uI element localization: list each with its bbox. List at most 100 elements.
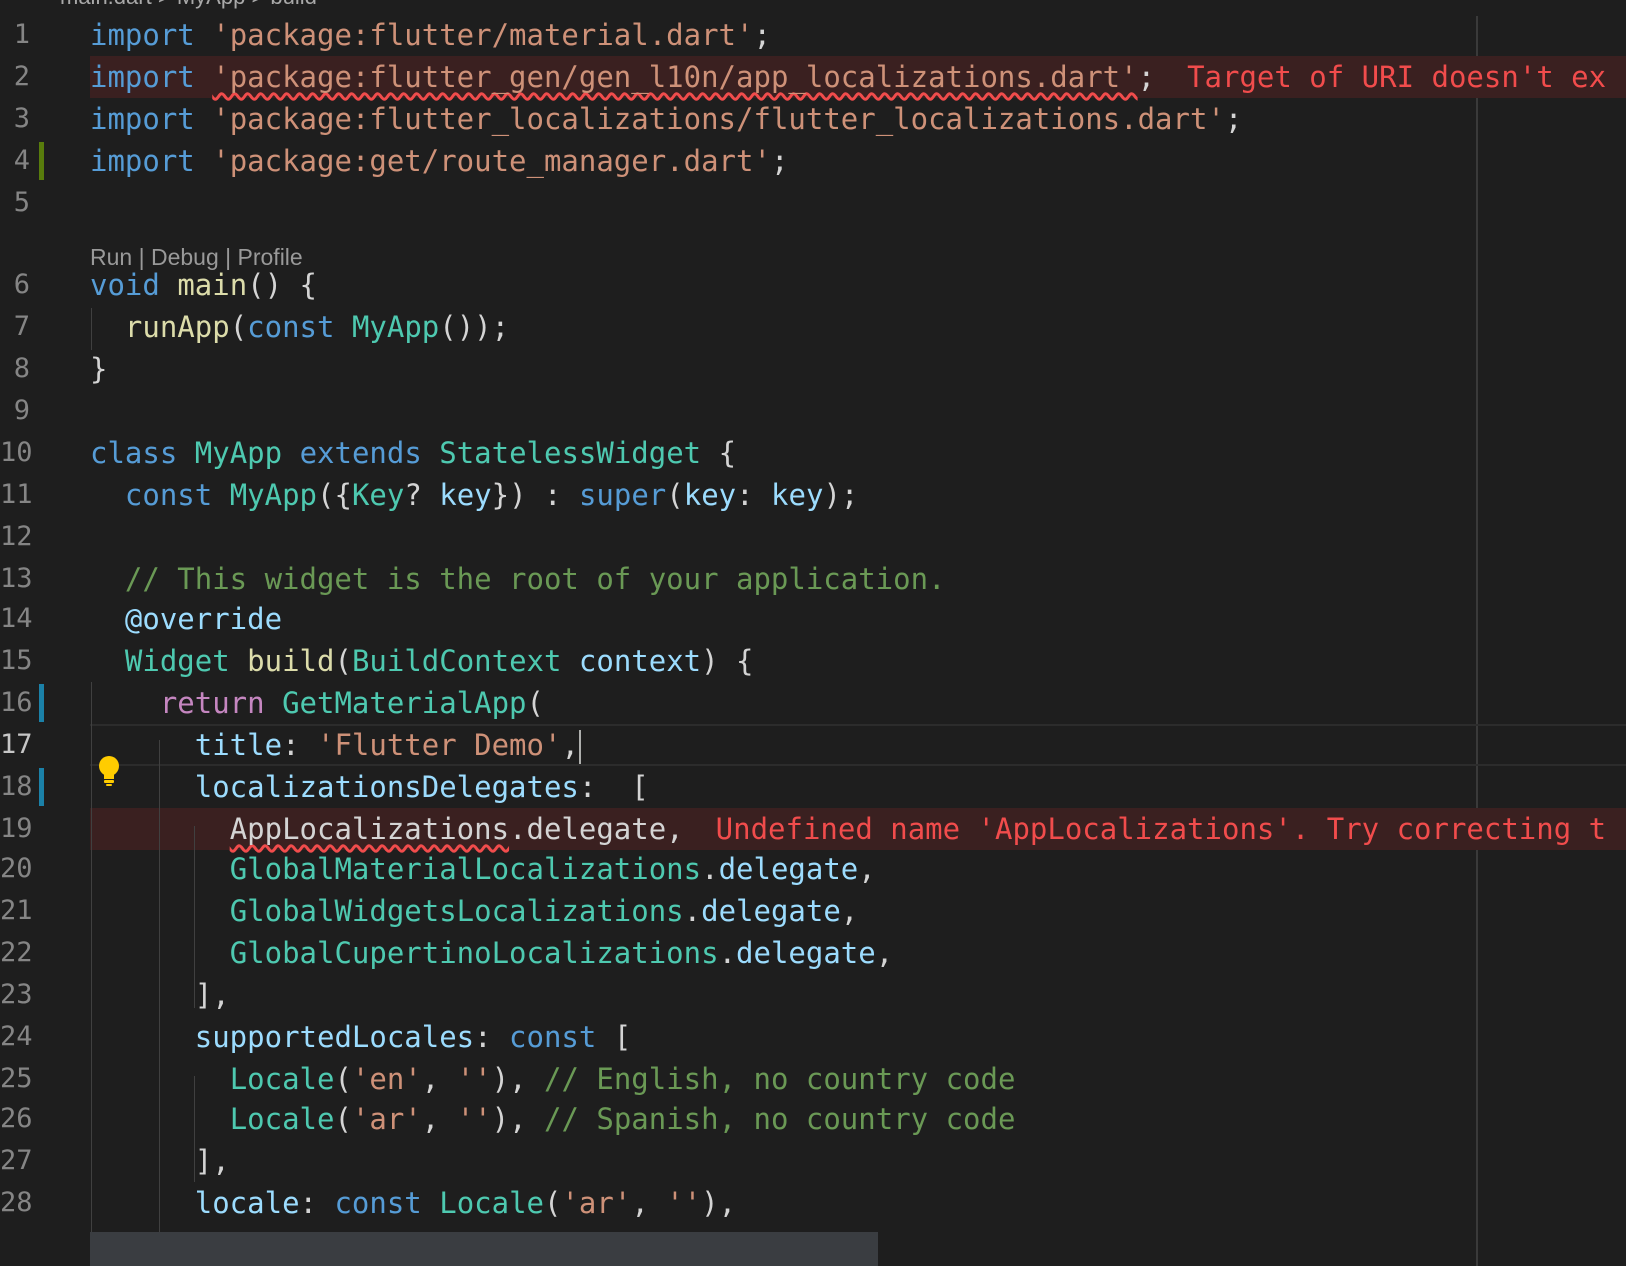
line-text[interactable]: runApp(const MyApp());: [90, 306, 509, 348]
git-added-marker[interactable]: [39, 142, 44, 180]
code-line[interactable]: 17 title: 'Flutter Demo',: [0, 724, 1626, 766]
code-line[interactable]: 20 GlobalMaterialLocalizations.delegate,: [0, 848, 1626, 890]
code-token: key: [683, 478, 737, 512]
lightbulb-icon[interactable]: [96, 754, 122, 788]
code-token: const: [247, 310, 335, 344]
code-token: Widget: [124, 644, 230, 678]
code-token: StatelessWidget: [439, 436, 702, 470]
code-token: ,: [858, 852, 876, 886]
code-line[interactable]: 26 Locale('ar', ''), // Spanish, no coun…: [0, 1098, 1626, 1140]
code-token: 'ar': [561, 1186, 632, 1220]
line-text[interactable]: GlobalMaterialLocalizations.delegate,: [90, 848, 876, 890]
breadcrumb-class[interactable]: MyApp: [177, 0, 245, 9]
code-token: ,: [421, 1102, 457, 1136]
code-token: (: [526, 686, 544, 720]
indent-guide: [194, 826, 195, 1008]
code-token: .: [701, 852, 719, 886]
line-text[interactable]: return GetMaterialApp(: [90, 682, 544, 724]
code-line[interactable]: 15 Widget build(BuildContext context) {: [0, 640, 1626, 682]
code-line[interactable]: 21 GlobalWidgetsLocalizations.delegate,: [0, 890, 1626, 932]
code-token: extends: [299, 436, 422, 470]
code-editor[interactable]: main.dart > MyApp > build Run | Debug | …: [0, 0, 1626, 1266]
code-line[interactable]: 3 import 'package:flutter_localizations/f…: [0, 98, 1626, 140]
line-text[interactable]: import 'package:get/route_manager.dart';: [90, 140, 788, 182]
code-line[interactable]: 4 import 'package:get/route_manager.dart'…: [0, 140, 1626, 182]
line-text[interactable]: GlobalCupertinoLocalizations.delegate,: [90, 932, 894, 974]
code-token: const: [124, 478, 213, 512]
code-line[interactable]: 16 return GetMaterialApp(: [0, 682, 1626, 724]
code-line[interactable]: 24 supportedLocales: const [: [0, 1016, 1626, 1058]
code-line[interactable]: 1 import 'package:flutter/material.dart';: [0, 14, 1626, 56]
line-text[interactable]: locale: const Locale('ar', ''),: [90, 1182, 736, 1224]
code-line[interactable]: 11 const MyApp({Key? key}) : super(key: …: [0, 474, 1626, 516]
code-token: ),: [491, 1062, 544, 1096]
line-text[interactable]: import 'package:flutter_gen/gen_l10n/app…: [90, 56, 1606, 98]
breadcrumb-method[interactable]: build: [270, 0, 316, 9]
code-token: }) :: [491, 478, 579, 512]
code-line[interactable]: 13 // This widget is the root of your ap…: [0, 558, 1626, 600]
code-line[interactable]: 23 ],: [0, 974, 1626, 1016]
code-line[interactable]: 25 Locale('en', ''), // English, no coun…: [0, 1058, 1626, 1100]
code-line[interactable]: 19 AppLocalizations.delegate, Undefined n…: [0, 808, 1626, 850]
line-text[interactable]: GlobalWidgetsLocalizations.delegate,: [90, 890, 859, 932]
indent-guide: [91, 682, 92, 1266]
line-number: 17: [0, 729, 33, 760]
code-line[interactable]: 2 import 'package:flutter_gen/gen_l10n/ap…: [0, 56, 1626, 98]
line-number: 26: [0, 1103, 33, 1134]
code-line[interactable]: 9: [0, 390, 1626, 432]
line-text[interactable]: import 'package:flutter_localizations/fl…: [90, 98, 1242, 140]
line-text[interactable]: title: 'Flutter Demo',: [90, 724, 581, 766]
code-line[interactable]: 5: [0, 182, 1626, 224]
line-number: 24: [0, 1021, 33, 1052]
code-token: 'Flutter Demo': [317, 728, 562, 762]
line-number: 4: [13, 145, 30, 176]
line-text[interactable]: // This widget is the root of your appli…: [90, 558, 946, 600]
code-line[interactable]: 22 GlobalCupertinoLocalizations.delegate…: [0, 932, 1626, 974]
code-token: localizationsDelegates: [194, 770, 579, 804]
code-line[interactable]: 27 ],: [0, 1140, 1626, 1182]
git-modified-marker[interactable]: [39, 684, 44, 722]
code-token: supportedLocales: [194, 1020, 475, 1054]
line-text[interactable]: @override: [90, 598, 282, 640]
line-number: 23: [0, 979, 33, 1010]
line-text[interactable]: Locale('ar', ''), // Spanish, no country…: [90, 1098, 1016, 1140]
code-token: ,: [631, 1186, 667, 1220]
line-text[interactable]: import 'package:flutter/material.dart';: [90, 14, 771, 56]
code-line[interactable]: 8}: [0, 348, 1626, 390]
code-line[interactable]: 14 @override: [0, 598, 1626, 640]
code-token: ),: [701, 1186, 737, 1220]
code-line[interactable]: 10 class MyApp extends StatelessWidget {: [0, 432, 1626, 474]
code-line[interactable]: 28 locale: const Locale('ar', ''),: [0, 1182, 1626, 1224]
line-number: 15: [0, 645, 33, 676]
code-line[interactable]: 7 runApp(const MyApp());: [0, 306, 1626, 348]
code-token: GlobalMaterialLocalizations: [229, 852, 702, 886]
line-text[interactable]: void main() {: [90, 264, 317, 306]
line-text[interactable]: localizationsDelegates: [: [90, 766, 649, 808]
code-line[interactable]: 6 void main() {: [0, 264, 1626, 306]
line-text[interactable]: class MyApp extends StatelessWidget {: [90, 432, 736, 474]
line-text[interactable]: Widget build(BuildContext context) {: [90, 640, 754, 682]
line-text[interactable]: }: [90, 348, 107, 390]
line-text[interactable]: AppLocalizations.delegate, Undefined name…: [90, 808, 1606, 850]
code-token: ;: [770, 144, 789, 178]
code-token: import: [90, 18, 195, 52]
code-line[interactable]: 12: [0, 516, 1626, 558]
line-text[interactable]: supportedLocales: const [: [90, 1016, 632, 1058]
code-token: BuildContext: [351, 644, 562, 678]
code-line[interactable]: 18 localizationsDelegates: [: [0, 766, 1626, 808]
code-token: (: [229, 310, 248, 344]
line-text[interactable]: const MyApp({Key? key}) : super(key: key…: [90, 474, 858, 516]
git-modified-marker[interactable]: [39, 768, 44, 806]
code-token: (: [334, 1062, 352, 1096]
line-number: 21: [0, 895, 33, 926]
line-text[interactable]: Locale('en', ''), // English, no country…: [90, 1058, 1016, 1100]
code-token: {: [701, 436, 737, 470]
code-token: title: [194, 728, 283, 762]
breadcrumb-file[interactable]: main.dart: [60, 0, 152, 9]
code-token: :: [736, 478, 772, 512]
